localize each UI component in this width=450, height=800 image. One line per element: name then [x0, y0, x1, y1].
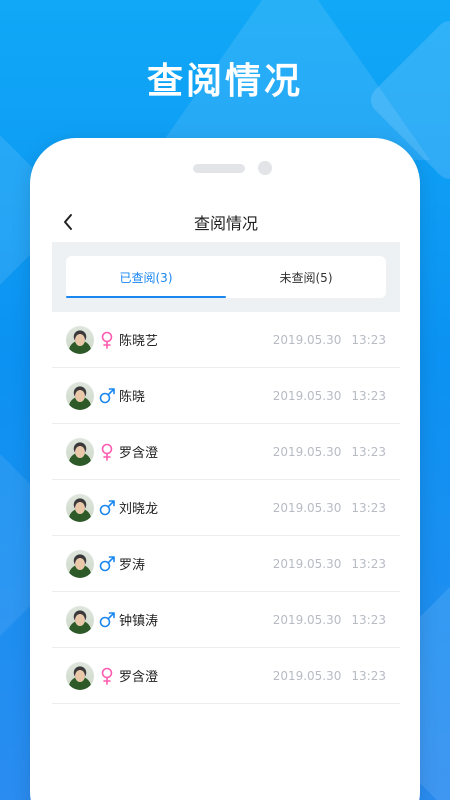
read-time: 13:23	[351, 556, 386, 571]
tab-bar: 已查阅(3) 未查阅(5)	[66, 256, 386, 298]
phone-speaker	[193, 164, 245, 173]
reader-list: 陈晓艺 2019.05.30 13:23 陈晓 2019.05.30 13:23 罗含澄 20…	[52, 312, 400, 704]
list-item[interactable]: 刘晓龙 2019.05.30 13:23	[52, 480, 400, 536]
read-time: 13:23	[351, 444, 386, 459]
read-time: 13:23	[351, 612, 386, 627]
reader-name: 钟镇涛	[119, 614, 159, 629]
list-item[interactable]: 钟镇涛 2019.05.30 13:23	[52, 592, 400, 648]
list-item[interactable]: 陈晓 2019.05.30 13:23	[52, 368, 400, 424]
read-time: 13:23	[351, 500, 386, 515]
read-time: 13:23	[351, 388, 386, 403]
reader-name: 刘晓龙	[119, 502, 159, 517]
list-item[interactable]: 陈晓艺 2019.05.30 13:23	[52, 312, 400, 368]
tab-read[interactable]: 已查阅(3)	[66, 256, 226, 298]
read-date: 2019.05.30	[272, 388, 342, 403]
male-icon	[98, 555, 116, 573]
avatar	[66, 437, 94, 466]
read-date: 2019.05.30	[272, 444, 342, 459]
chevron-left-icon	[64, 214, 72, 230]
reader-name: 罗含澄	[119, 446, 159, 461]
female-icon	[98, 443, 116, 461]
read-time: 13:23	[351, 668, 386, 683]
phone-screen: 查阅情况 已查阅(3) 未查阅(5) 陈晓艺 2019.05.30 13:23 陈晓 20…	[52, 202, 400, 800]
list-item[interactable]: 罗含澄 2019.05.30 13:23	[52, 648, 400, 704]
reader-name: 罗含澄	[119, 670, 159, 685]
avatar	[66, 661, 94, 690]
back-button[interactable]	[56, 210, 80, 234]
tab-unread[interactable]: 未查阅(5)	[226, 256, 386, 298]
page-title: 查阅情况	[193, 214, 258, 233]
read-date: 2019.05.30	[272, 332, 342, 347]
avatar	[66, 493, 94, 522]
read-date: 2019.05.30	[272, 612, 342, 627]
avatar	[66, 381, 94, 410]
male-icon	[98, 611, 116, 629]
reader-name: 陈晓	[119, 390, 146, 405]
tabs-area: 已查阅(3) 未查阅(5)	[52, 242, 400, 312]
nav-bar: 查阅情况	[52, 202, 400, 242]
avatar	[66, 325, 94, 354]
read-date: 2019.05.30	[272, 556, 342, 571]
avatar	[66, 605, 94, 634]
female-icon	[98, 667, 116, 685]
male-icon	[98, 499, 116, 517]
read-date: 2019.05.30	[272, 668, 342, 683]
avatar	[66, 549, 94, 578]
read-time: 13:23	[351, 332, 386, 347]
list-item[interactable]: 罗涛 2019.05.30 13:23	[52, 536, 400, 592]
phone-frame: 查阅情况 已查阅(3) 未查阅(5) 陈晓艺 2019.05.30 13:23 陈晓 20…	[30, 138, 420, 800]
reader-name: 陈晓艺	[119, 334, 159, 349]
male-icon	[98, 387, 116, 405]
list-item[interactable]: 罗含澄 2019.05.30 13:23	[52, 424, 400, 480]
reader-name: 罗涛	[119, 558, 146, 573]
phone-camera	[258, 161, 272, 175]
read-date: 2019.05.30	[272, 500, 342, 515]
female-icon	[98, 331, 116, 349]
banner-title: 查阅情况	[146, 61, 303, 102]
